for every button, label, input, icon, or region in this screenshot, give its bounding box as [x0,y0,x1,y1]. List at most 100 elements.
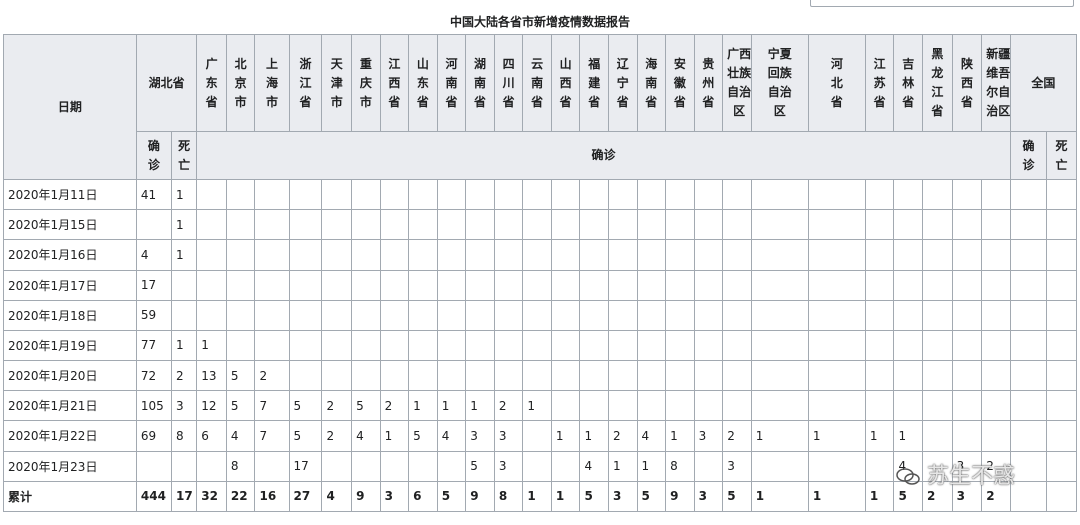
value-cell [893,299,924,331]
value-cell [693,360,724,392]
date-cell: 2020年1月16日 [3,239,137,271]
value-cell: 1 [750,420,809,452]
search-input[interactable] [810,0,1074,7]
province-header: 江西省 [379,34,410,132]
value-cell: 8 [493,480,524,513]
value-cell [1009,420,1048,452]
value-cell [922,390,953,422]
value-cell [951,209,983,241]
value-cell: 32 [196,480,227,513]
value-cell [1009,239,1048,271]
value-cell: 1 [522,480,552,513]
value-cell [465,239,495,271]
value-cell: 2 [171,360,198,392]
value-cell [288,299,323,331]
value-cell [750,209,809,241]
value-cell: 2 [493,390,524,422]
value-cell [408,450,438,482]
value-cell [493,360,524,392]
value-cell: 1 [379,420,410,452]
value-cell: 1 [465,390,495,422]
value-cell [288,360,323,392]
table-row: 2020年1月20日 72 2 13 5 2 [3,360,1077,392]
value-cell: 1 [750,480,809,513]
value-cell [608,209,638,241]
value-cell [465,269,495,301]
value-cell [379,329,410,362]
value-cell: 1 [807,420,866,452]
date-cell: 2020年1月11日 [3,178,137,211]
value-cell: 69 [135,420,173,452]
value-cell [254,269,290,301]
value-cell: 2 [321,390,353,422]
value-cell [807,329,866,362]
value-cell [922,209,953,241]
value-cell [522,269,552,301]
hubei-header: 湖北省 [135,34,198,132]
value-cell [321,360,353,392]
value-cell: 7 [254,390,290,422]
value-cell [550,269,581,301]
value-cell: 6 [408,480,438,513]
value-cell: 6 [196,420,227,452]
value-cell [981,178,1011,211]
value-cell: 1 [550,480,581,513]
value-cell [750,360,809,392]
value-cell: 5 [436,480,467,513]
province-header: 辽宁省 [608,34,638,132]
value-cell: 22 [225,480,256,513]
value-cell [436,329,467,362]
value-cell [665,209,695,241]
value-cell: 13 [196,360,227,392]
value-cell [608,329,638,362]
value-cell: 5 [408,420,438,452]
value-cell [981,390,1011,422]
value-cell [522,420,552,452]
watermark-text: 苏生不惑 [927,464,1016,489]
value-cell [254,299,290,331]
value-cell [225,329,256,362]
table-row: 2020年1月16日 4 1 [3,239,1077,271]
province-header: 福建省 [579,34,609,132]
value-cell [379,360,410,392]
value-cell: 9 [465,480,495,513]
value-cell: 5 [722,480,752,513]
province-header: 新疆维吾尔自治区 [981,34,1011,132]
value-cell [722,390,752,422]
value-cell [665,390,695,422]
value-cell [225,299,256,331]
value-cell [379,269,410,301]
value-cell [550,329,581,362]
value-cell [951,299,983,331]
value-cell: 5 [351,390,381,422]
value-cell [693,239,724,271]
value-cell: 27 [288,480,323,513]
value-cell [288,209,323,241]
value-cell: 1 [408,390,438,422]
value-cell [636,299,667,331]
province-header: 北京市 [225,34,256,132]
value-cell [579,390,609,422]
table-row: 2020年1月21日 105 3 12 5 7 5 2 5 2 1 1 1 2 1 [3,390,1077,422]
value-cell [722,178,752,211]
value-cell: 1 [171,178,198,211]
value-cell [408,269,438,301]
value-cell [493,329,524,362]
value-cell [1009,480,1048,513]
province-header: 安徽省 [665,34,695,132]
value-cell: 3 [171,390,198,422]
value-cell [550,209,581,241]
value-cell [665,239,695,271]
value-cell [135,209,173,241]
value-cell: 1 [436,390,467,422]
value-cell: 17 [288,450,323,482]
epidemic-report-table: 日期 湖北省 广东省 北京市 上海市 浙江省 天津市 重庆市 江西省 山东省 河南省 湖南省 四川省… [3,34,1078,513]
value-cell: 3 [693,480,724,513]
value-cell [321,178,353,211]
value-cell [807,299,866,331]
value-cell [351,209,381,241]
value-cell [171,299,198,331]
header-row-metrics: 确诊 死亡 确诊 确诊 死亡 [4,131,1077,180]
value-cell: 72 [135,360,173,392]
value-cell [807,360,866,392]
